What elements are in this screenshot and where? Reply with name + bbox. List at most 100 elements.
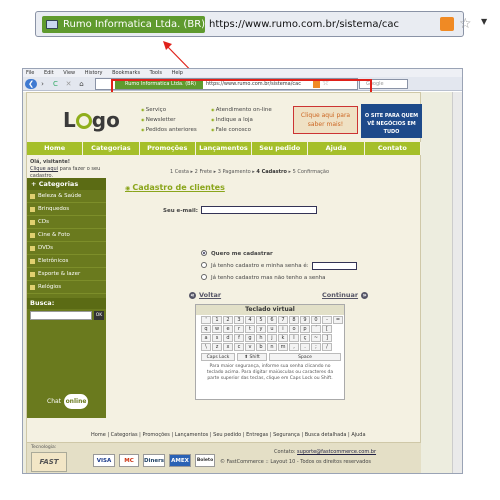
keyboard-key[interactable]: . bbox=[300, 343, 310, 351]
shift-key[interactable]: ⬆ Shift bbox=[237, 353, 267, 361]
footer-link[interactable]: Lançamentos bbox=[175, 432, 209, 438]
keyboard-key[interactable]: b bbox=[256, 343, 266, 351]
category-item[interactable]: Relógios bbox=[27, 281, 106, 294]
chat-banner[interactable]: Clique aqui para saber mais! bbox=[293, 106, 358, 134]
header-link[interactable]: Pedidos anteriores bbox=[141, 127, 197, 133]
keyboard-key[interactable]: s bbox=[212, 334, 222, 342]
menu-tools[interactable]: Tools bbox=[150, 70, 162, 76]
keyboard-key[interactable]: / bbox=[322, 343, 332, 351]
reload-button[interactable]: C bbox=[51, 79, 60, 89]
header-link[interactable]: Newsletter bbox=[141, 117, 176, 123]
register-link[interactable]: Clique aqui bbox=[30, 166, 58, 172]
search-ok-button[interactable]: OK bbox=[94, 311, 104, 320]
contact-email-link[interactable]: suporte@fastcommerce.com.br bbox=[297, 449, 376, 455]
nav-promocoes[interactable]: Promoções bbox=[139, 142, 196, 155]
keyboard-key[interactable]: ç bbox=[300, 334, 310, 342]
keyboard-key[interactable]: 0 bbox=[311, 316, 321, 324]
category-item[interactable]: Brinquedos bbox=[27, 203, 106, 216]
category-item[interactable]: CDs bbox=[27, 216, 106, 229]
stop-button[interactable]: ✕ bbox=[64, 79, 73, 89]
keyboard-key[interactable]: 6 bbox=[267, 316, 277, 324]
page-scrollbar[interactable] bbox=[452, 92, 462, 473]
keyboard-key[interactable]: \ bbox=[201, 343, 211, 351]
space-key[interactable]: Space bbox=[269, 353, 341, 361]
password-field[interactable] bbox=[312, 262, 357, 270]
keyboard-key[interactable]: a bbox=[201, 334, 211, 342]
keyboard-key[interactable]: h bbox=[256, 334, 266, 342]
continue-link[interactable]: Continuar bbox=[322, 291, 368, 299]
keyboard-key[interactable]: 9 bbox=[300, 316, 310, 324]
categories-heading[interactable]: + Categorias bbox=[27, 178, 106, 190]
footer-link[interactable]: Seu pedido bbox=[213, 432, 241, 438]
keyboard-key[interactable]: r bbox=[234, 325, 244, 333]
header-link[interactable]: Fale conosco bbox=[211, 127, 251, 133]
menu-view[interactable]: View bbox=[63, 70, 75, 76]
category-item[interactable]: Esporte & lazer bbox=[27, 268, 106, 281]
header-link[interactable]: Indique a loja bbox=[211, 117, 253, 123]
fastcommerce-logo[interactable]: FAST bbox=[31, 452, 67, 472]
header-link[interactable]: Atendimento on-line bbox=[211, 107, 272, 113]
keyboard-key[interactable]: ~ bbox=[311, 334, 321, 342]
nav-home[interactable]: Home bbox=[27, 142, 84, 155]
keyboard-key[interactable]: , bbox=[289, 343, 299, 351]
menu-history[interactable]: History bbox=[85, 70, 103, 76]
back-link[interactable]: Voltar bbox=[189, 291, 221, 299]
keyboard-key[interactable]: [ bbox=[322, 325, 332, 333]
keyboard-key[interactable]: ´ bbox=[311, 325, 321, 333]
keyboard-key[interactable]: q bbox=[201, 325, 211, 333]
keyboard-key[interactable]: z bbox=[212, 343, 222, 351]
keyboard-key[interactable]: w bbox=[212, 325, 222, 333]
keyboard-key[interactable]: d bbox=[223, 334, 233, 342]
chat-online-button[interactable]: Chat online bbox=[41, 394, 91, 410]
keyboard-key[interactable]: n bbox=[267, 343, 277, 351]
keyboard-key[interactable]: x bbox=[223, 343, 233, 351]
keyboard-key[interactable]: u bbox=[267, 325, 277, 333]
keyboard-key[interactable]: f bbox=[234, 334, 244, 342]
keyboard-key[interactable]: y bbox=[256, 325, 266, 333]
menu-bookmarks[interactable]: Bookmarks bbox=[112, 70, 140, 76]
header-link[interactable]: Serviço bbox=[141, 107, 166, 113]
keyboard-key[interactable]: - bbox=[322, 316, 332, 324]
nav-lancamentos[interactable]: Lançamentos bbox=[195, 142, 253, 155]
home-button[interactable]: ⌂ bbox=[77, 79, 86, 89]
keyboard-key[interactable]: t bbox=[245, 325, 255, 333]
nav-contato[interactable]: Contato bbox=[364, 142, 421, 155]
keyboard-key[interactable]: c bbox=[234, 343, 244, 351]
category-item[interactable]: Beleza & Saúde bbox=[27, 190, 106, 203]
menu-help[interactable]: Help bbox=[172, 70, 183, 76]
keyboard-key[interactable]: o bbox=[289, 325, 299, 333]
nav-ajuda[interactable]: Ajuda bbox=[308, 142, 365, 155]
radio-has-password[interactable]: Já tenho cadastro e minha senha é: bbox=[201, 262, 309, 269]
category-item[interactable]: DVDs bbox=[27, 242, 106, 255]
keyboard-key[interactable]: 1 bbox=[212, 316, 222, 324]
keyboard-key[interactable]: = bbox=[333, 316, 343, 324]
keyboard-key[interactable]: ] bbox=[322, 334, 332, 342]
nav-categorias[interactable]: Categorias bbox=[83, 142, 140, 155]
keyboard-key[interactable]: 3 bbox=[234, 316, 244, 324]
footer-link[interactable]: Promoções bbox=[142, 432, 169, 438]
footer-link[interactable]: Segurança bbox=[273, 432, 300, 438]
keyboard-key[interactable]: p bbox=[300, 325, 310, 333]
keyboard-key[interactable]: ' bbox=[201, 316, 211, 324]
forward-button[interactable]: › bbox=[38, 79, 47, 89]
footer-link[interactable]: Categorias bbox=[111, 432, 138, 438]
footer-link[interactable]: Entregas bbox=[246, 432, 268, 438]
nav-seu-pedido[interactable]: Seu pedido bbox=[252, 142, 309, 155]
category-item[interactable]: Eletrônicos bbox=[27, 255, 106, 268]
keyboard-key[interactable]: v bbox=[245, 343, 255, 351]
keyboard-key[interactable]: l bbox=[289, 334, 299, 342]
footer-link[interactable]: Home bbox=[91, 432, 106, 438]
keyboard-key[interactable]: 7 bbox=[278, 316, 288, 324]
keyboard-key[interactable]: 8 bbox=[289, 316, 299, 324]
radio-register[interactable]: Quero me cadastrar bbox=[201, 250, 273, 257]
store-logo[interactable]: Lgo bbox=[63, 108, 120, 132]
keyboard-key[interactable]: k bbox=[278, 334, 288, 342]
menu-edit[interactable]: Edit bbox=[44, 70, 54, 76]
keyboard-key[interactable]: g bbox=[245, 334, 255, 342]
store-search-input[interactable] bbox=[30, 311, 92, 320]
keyboard-key[interactable]: 4 bbox=[245, 316, 255, 324]
promo-banner[interactable]: O SITE PARA QUEM VÊ NEGÓCIOS EM TUDO bbox=[361, 104, 422, 138]
keyboard-key[interactable]: m bbox=[278, 343, 288, 351]
category-item[interactable]: Cine & Foto bbox=[27, 229, 106, 242]
radio-no-password[interactable]: Já tenho cadastro mas não tenho a senha bbox=[201, 274, 326, 281]
